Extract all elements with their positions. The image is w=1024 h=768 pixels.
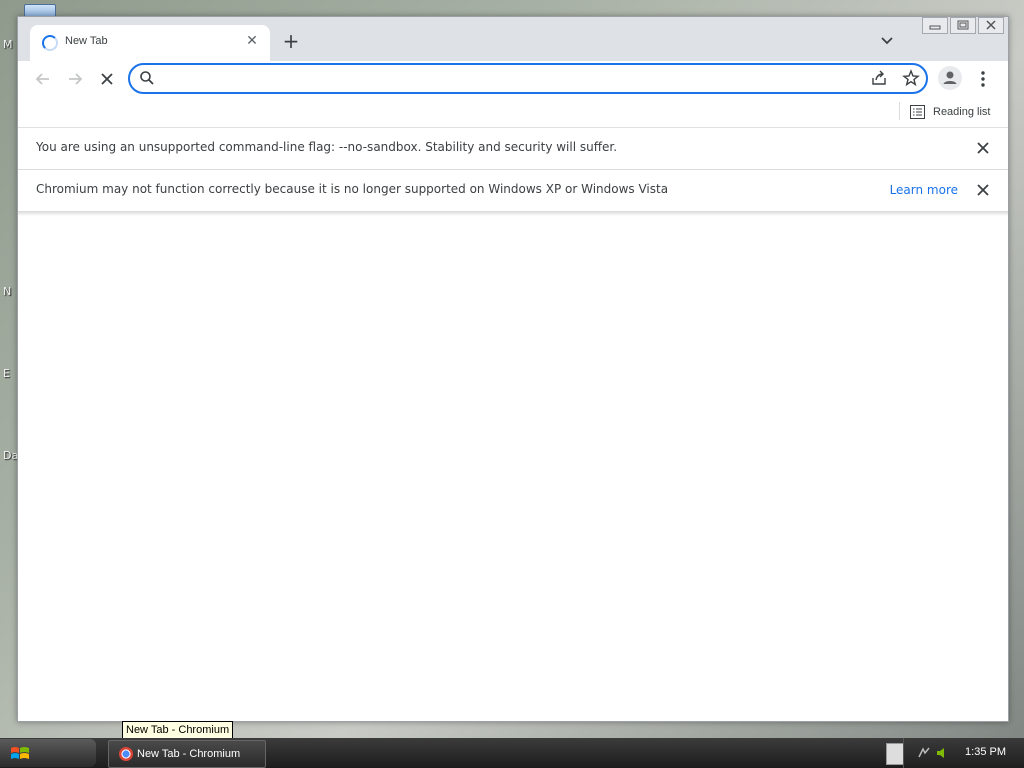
minimize-icon (929, 25, 941, 30)
title-bar: New Tab ✕ + (18, 17, 1008, 61)
toolbar (18, 61, 1008, 97)
tab-close-icon[interactable]: ✕ (244, 33, 260, 49)
volume-icon[interactable] (934, 745, 950, 761)
desktop-label: Da (3, 449, 19, 462)
address-bar[interactable] (128, 63, 928, 94)
back-arrow-icon[interactable] (33, 69, 53, 89)
close-icon (986, 20, 996, 30)
tab-title: New Tab (65, 35, 108, 47)
stop-loading-icon[interactable] (97, 69, 117, 89)
loading-spinner-icon (42, 35, 58, 51)
infobar-message: You are using an unsupported command-lin… (36, 140, 618, 154)
infobar-sandbox-warning: You are using an unsupported command-lin… (18, 128, 1008, 170)
minimize-button[interactable] (922, 17, 948, 34)
taskbar-item-chromium[interactable]: New Tab - Chromium (108, 740, 266, 768)
search-icon (140, 71, 154, 85)
divider (899, 102, 900, 120)
window-controls (920, 17, 1004, 34)
keyboard-icon[interactable] (886, 743, 904, 765)
share-icon[interactable] (870, 69, 888, 87)
taskbar: New Tab - Chromium 1:35 PM (0, 738, 1024, 768)
reading-list-label: Reading list (933, 106, 991, 118)
new-tab-button[interactable]: + (280, 30, 302, 52)
taskbar-item-label: New Tab - Chromium (137, 748, 241, 760)
bookmarks-bar: Reading list (18, 97, 1008, 128)
close-window-button[interactable] (978, 17, 1004, 34)
reading-list-icon (910, 105, 925, 119)
desktop-label: M (3, 38, 13, 51)
desktop-label: E (3, 367, 10, 380)
close-icon[interactable] (976, 141, 990, 155)
bookmark-star-icon[interactable] (902, 69, 920, 87)
system-tray: 1:35 PM (903, 738, 1024, 768)
reading-list-button[interactable]: Reading list (910, 101, 990, 123)
address-input[interactable] (160, 69, 844, 89)
profile-avatar-icon[interactable] (938, 66, 962, 90)
forward-arrow-icon[interactable] (65, 69, 85, 89)
chromium-icon (119, 747, 133, 761)
tab-search-chevron-icon[interactable] (878, 31, 896, 49)
tab-new-tab[interactable]: New Tab ✕ (30, 25, 270, 61)
clock[interactable]: 1:35 PM (965, 746, 1006, 758)
browser-window: New Tab ✕ + Reading list You are using a… (17, 16, 1009, 722)
network-icon[interactable] (916, 745, 932, 761)
windows-logo-icon (11, 747, 29, 759)
close-icon[interactable] (976, 183, 990, 197)
infobar-os-unsupported: Chromium may not function correctly beca… (18, 170, 1008, 212)
page-content (18, 212, 1008, 721)
restore-icon (957, 20, 969, 30)
infobar-message: Chromium may not function correctly beca… (36, 182, 669, 196)
restore-button[interactable] (950, 17, 976, 34)
taskbar-tooltip: New Tab - Chromium (122, 721, 234, 739)
menu-kebab-icon[interactable] (973, 69, 993, 89)
content-shadow (18, 212, 1008, 216)
start-button[interactable] (0, 739, 96, 767)
learn-more-link[interactable]: Learn more (890, 183, 958, 197)
desktop-label: N (3, 285, 12, 298)
